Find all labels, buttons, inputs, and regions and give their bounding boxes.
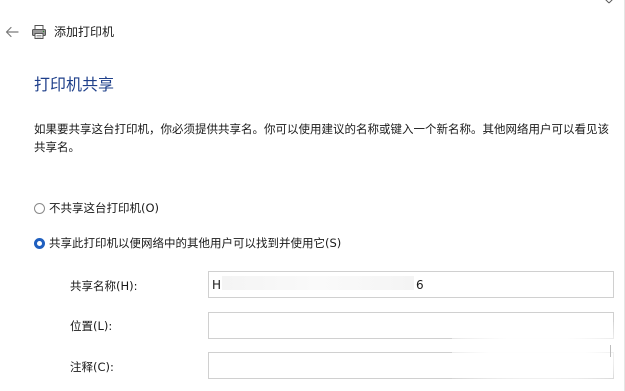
comment-label: 注释(C): [70,360,114,374]
option-no-share-label: 不共享这台打印机(O) [49,201,160,215]
location-label: 位置(L): [70,319,113,333]
printer-icon [32,25,46,39]
close-icon [605,0,613,4]
location-input[interactable] [208,312,614,339]
radio-button-selected[interactable] [34,237,45,249]
back-arrow-icon [5,26,19,38]
back-button[interactable] [2,22,22,42]
window-title: 添加打印机 [54,25,115,39]
description-text: 如果要共享这台打印机，你必须提供共享名。你可以使用建议的名称或键入一个新名称。其… [34,122,609,154]
close-button[interactable] [599,0,619,10]
radio-button-unselected[interactable] [34,202,45,214]
option-share-label: 共享此打印机以便网络中的其他用户可以找到并使用它(S) [49,236,342,250]
add-printer-dialog: 添加打印机 打印机共享 如果要共享这台打印机，你必须提供共享名。你可以使用建议的… [0,0,625,391]
share-name-label: 共享名称(H): [70,279,138,293]
share-name-input[interactable] [208,271,614,298]
comment-input[interactable] [208,352,614,379]
option-no-share[interactable]: 不共享这台打印机(O) [34,200,159,216]
option-share[interactable]: 共享此打印机以便网络中的其他用户可以找到并使用它(S) [34,235,341,251]
page-title: 打印机共享 [34,75,115,94]
